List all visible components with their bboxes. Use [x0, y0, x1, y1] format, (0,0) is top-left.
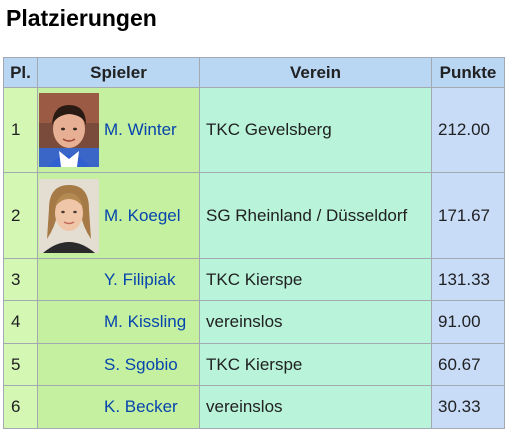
club-cell: vereinslos	[199, 300, 432, 344]
table-header-row: Pl. Spieler Verein Punkte	[3, 57, 505, 88]
player-link[interactable]: M. Winter	[104, 120, 177, 140]
player-cell: M. Winter	[37, 87, 200, 173]
player-link[interactable]: Y. Filipiak	[104, 270, 176, 290]
player-cell: K. Becker	[37, 385, 200, 429]
column-header-punkte: Punkte	[431, 57, 505, 88]
player-link[interactable]: M. Koegel	[104, 206, 181, 226]
table-row: 2 M. Koegel SG Rheinland / Düsseldorf 17…	[3, 172, 505, 259]
table-row: 4 M. Kissling vereinslos 91.00	[3, 300, 505, 344]
column-header-verein: Verein	[199, 57, 432, 88]
player-cell: M. Koegel	[37, 172, 200, 259]
rank-cell: 5	[3, 343, 38, 386]
rank-cell: 4	[3, 300, 38, 344]
table-row: 6 K. Becker vereinslos 30.33	[3, 385, 505, 429]
club-cell: TKC Kierspe	[199, 258, 432, 301]
rank-cell: 1	[3, 87, 38, 173]
column-header-pl: Pl.	[3, 57, 38, 88]
player-photo[interactable]	[39, 93, 99, 167]
page-title: Platzierungen	[6, 5, 157, 31]
player-cell: M. Kissling	[37, 300, 200, 344]
points-cell: 60.67	[431, 343, 505, 386]
player-cell: S. Sgobio	[37, 343, 200, 386]
player-link[interactable]: K. Becker	[104, 397, 178, 417]
table-row: 1 M. Winter TKC Gevelsberg 212.00	[3, 87, 505, 173]
club-cell: vereinslos	[199, 385, 432, 429]
table-row: 3 Y. Filipiak TKC Kierspe 131.33	[3, 258, 505, 301]
rank-cell: 2	[3, 172, 38, 259]
club-cell: TKC Kierspe	[199, 343, 432, 386]
player-photo[interactable]	[39, 178, 99, 253]
column-header-spieler: Spieler	[37, 57, 200, 88]
table-row: 5 S. Sgobio TKC Kierspe 60.67	[3, 343, 505, 386]
points-cell: 212.00	[431, 87, 505, 173]
player-link[interactable]: M. Kissling	[104, 312, 186, 332]
rank-cell: 6	[3, 385, 38, 429]
rankings-table: Pl. Spieler Verein Punkte 1 M. Winter TK…	[3, 57, 505, 429]
club-cell: SG Rheinland / Düsseldorf	[199, 172, 432, 259]
points-cell: 30.33	[431, 385, 505, 429]
points-cell: 131.33	[431, 258, 505, 301]
player-cell: Y. Filipiak	[37, 258, 200, 301]
points-cell: 91.00	[431, 300, 505, 344]
club-cell: TKC Gevelsberg	[199, 87, 432, 173]
points-cell: 171.67	[431, 172, 505, 259]
player-link[interactable]: S. Sgobio	[104, 355, 178, 375]
rank-cell: 3	[3, 258, 38, 301]
